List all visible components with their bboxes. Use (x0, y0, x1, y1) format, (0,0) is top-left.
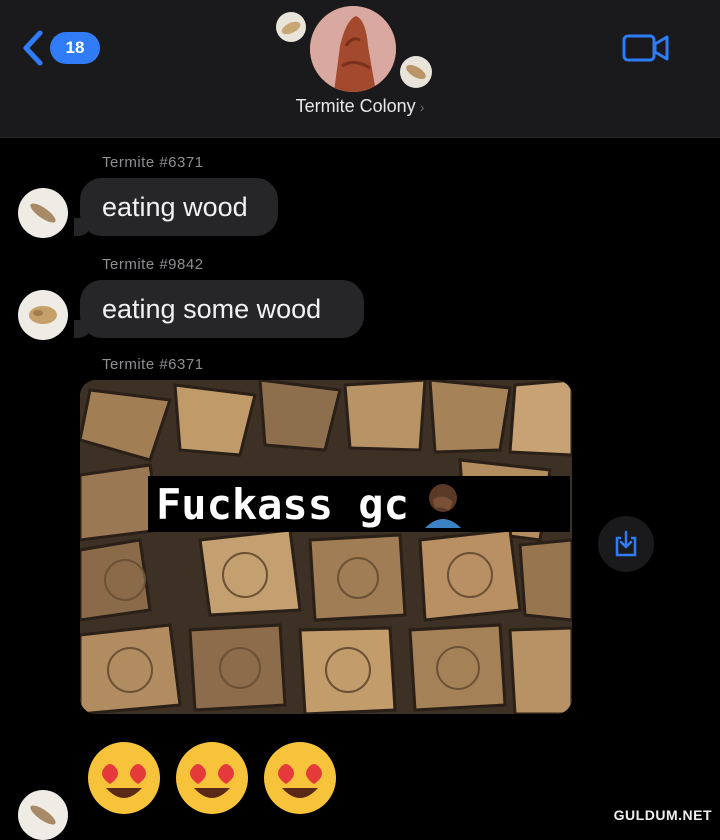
sender-avatar[interactable] (18, 188, 68, 238)
watermark: GULDUM.NET (613, 807, 712, 823)
sender-name: Termite #9842 (102, 256, 204, 273)
group-name: Termite Colony (295, 96, 416, 116)
image-caption: Fuckass gc (148, 476, 570, 532)
termite-sticker-icon (276, 12, 306, 42)
group-avatar[interactable] (310, 6, 396, 92)
heart-eyes-emoji-icon (88, 742, 160, 814)
emoji-message (86, 740, 338, 816)
sender-avatar[interactable] (18, 290, 68, 340)
sender-name: Termite #6371 (102, 356, 204, 373)
save-image-button[interactable] (598, 516, 654, 572)
message-bubble: eating some wood (74, 280, 364, 338)
sender-avatar[interactable] (18, 790, 68, 840)
message-bubble: eating wood (74, 178, 278, 236)
heart-eyes-emoji-icon (176, 742, 248, 814)
termite-sticker-icon (400, 56, 432, 88)
chat-header: 18 Termite Colony › (0, 0, 720, 138)
video-camera-icon[interactable] (622, 32, 670, 64)
back-button[interactable]: 18 (20, 30, 100, 66)
facepalm-emoji-icon (424, 484, 461, 528)
sender-name: Termite #6371 (102, 154, 204, 171)
download-icon (615, 530, 637, 557)
caption-text: Fuckass gc (156, 479, 409, 529)
heart-eyes-emoji-icon (264, 742, 336, 814)
group-title[interactable]: Termite Colony › (0, 96, 720, 117)
firewood-photo[interactable] (80, 380, 572, 714)
title-chevron-icon: › (419, 99, 425, 115)
chevron-left-icon (23, 30, 43, 66)
unread-count-badge: 18 (50, 32, 100, 64)
